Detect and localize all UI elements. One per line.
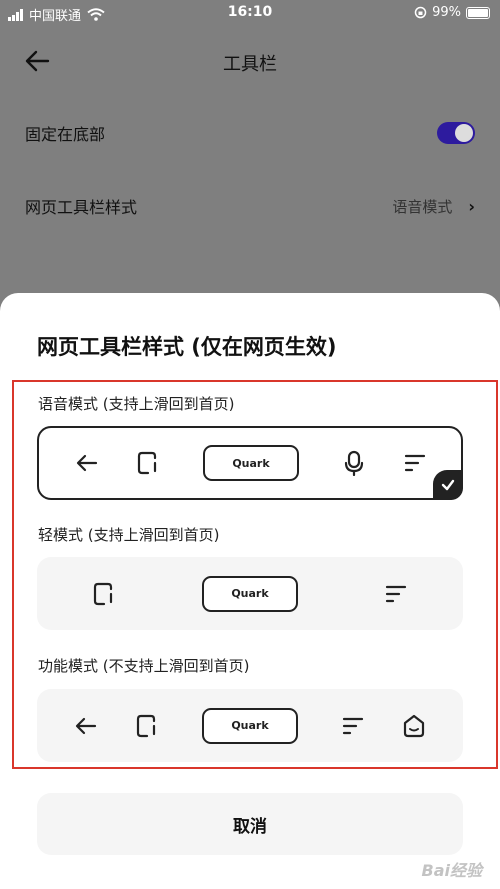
- option-voice-label: 语音模式 (支持上滑回到首页): [38, 395, 235, 413]
- battery-icon: [466, 6, 490, 19]
- tabs-icon: [137, 451, 157, 475]
- back-arrow-icon: [75, 717, 97, 734]
- tabs-icon: [136, 714, 156, 737]
- watermark: Bai经验: [421, 861, 482, 880]
- tabs-icon: [93, 582, 113, 605]
- menu-icon: [342, 717, 364, 734]
- cancel-button[interactable]: 取消: [37, 793, 463, 855]
- orientation-lock-icon: [414, 6, 427, 19]
- option-function-card[interactable]: Quark: [37, 689, 463, 762]
- battery-percent: 99%: [432, 5, 461, 20]
- toolbar-style-sheet: 网页工具栏样式 (仅在网页生效) 语音模式 (支持上滑回到首页) Quark 轻…: [0, 293, 500, 889]
- chevron-right-icon: ›: [468, 196, 475, 216]
- menu-icon: [404, 454, 426, 472]
- option-light-label: 轻模式 (支持上滑回到首页): [38, 526, 220, 544]
- pin-bottom-label: 固定在底部: [25, 125, 106, 144]
- quark-address-bar: Quark: [202, 707, 298, 744]
- option-light-card[interactable]: Quark: [37, 557, 463, 630]
- home-icon: [403, 714, 425, 737]
- pin-bottom-row[interactable]: 固定在底部: [25, 113, 475, 153]
- back-arrow-icon: [76, 454, 98, 472]
- quark-address-bar: Quark: [202, 575, 298, 612]
- status-bar: 中国联通 16:10 99%: [0, 0, 500, 26]
- selected-check-icon: [433, 470, 463, 500]
- quark-address-bar: Quark: [203, 445, 299, 481]
- status-right: 99%: [414, 5, 490, 20]
- page-header: 工具栏: [0, 40, 500, 84]
- option-voice-card[interactable]: Quark: [37, 426, 463, 500]
- toolbar-style-row[interactable]: 网页工具栏样式 语音模式 ›: [25, 186, 475, 226]
- toolbar-style-label: 网页工具栏样式: [25, 198, 138, 217]
- page-title: 工具栏: [223, 54, 277, 75]
- sheet-title: 网页工具栏样式 (仅在网页生效): [37, 335, 337, 359]
- microphone-icon: [344, 450, 364, 476]
- menu-icon: [385, 585, 407, 602]
- option-function-label: 功能模式 (不支持上滑回到首页): [38, 657, 250, 675]
- pin-bottom-toggle[interactable]: [437, 122, 475, 144]
- toolbar-style-value: 语音模式: [392, 197, 453, 216]
